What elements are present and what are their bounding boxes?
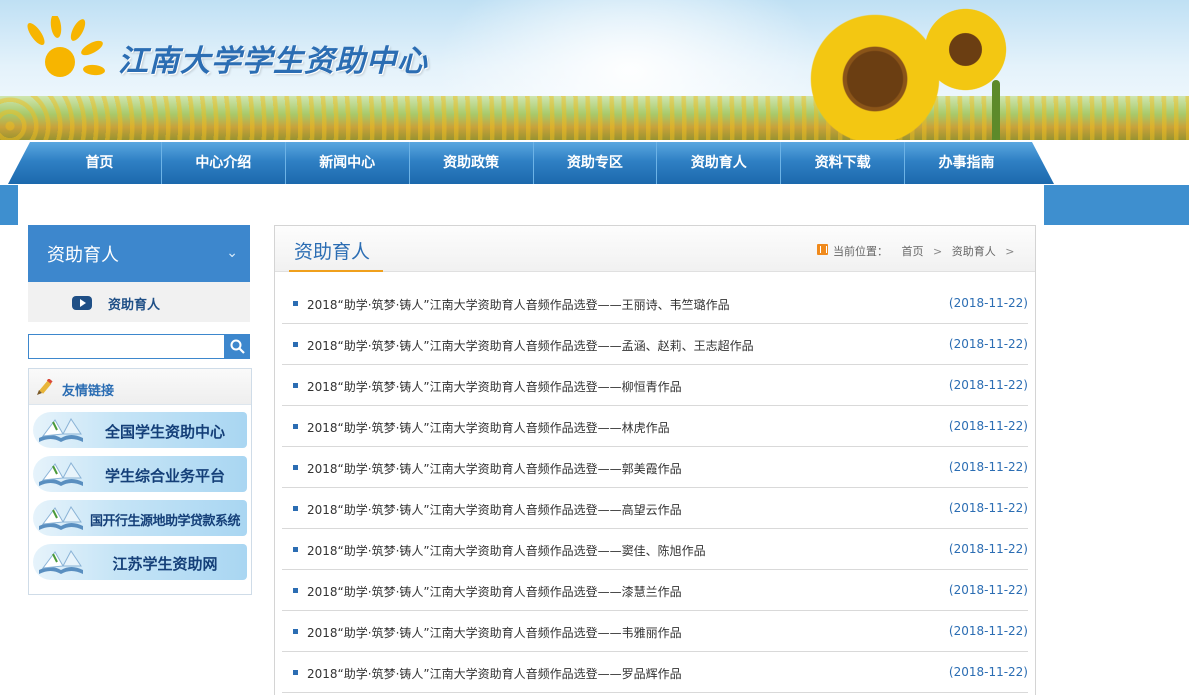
sidebar-section-title: 资助育人 bbox=[47, 245, 119, 266]
news-title[interactable]: 2018“助学·筑梦·铸人”江南大学资助育人音频作品选登——郭美霞作品 bbox=[307, 460, 682, 477]
link-label: 学生综合业务平台 bbox=[104, 467, 225, 485]
list-item[interactable]: 2018“助学·筑梦·铸人”江南大学资助育人音频作品选登——林虎作品 (2018-… bbox=[282, 406, 1028, 447]
news-title[interactable]: 2018“助学·筑梦·铸人”江南大学资助育人音频作品选登——高望云作品 bbox=[307, 501, 682, 518]
list-item[interactable]: 2018“助学·筑梦·铸人”江南大学资助育人音频作品选登——柳恒青作品 (2018… bbox=[282, 365, 1028, 406]
news-date: (2018-11-22) bbox=[948, 665, 1028, 679]
breadcrumb: 当前位置： 首页 > 资助育人 > bbox=[833, 243, 1020, 259]
book-icon bbox=[39, 462, 83, 486]
breadcrumb-home-icon bbox=[817, 244, 828, 255]
breadcrumb-separator: > bbox=[933, 245, 943, 258]
news-title[interactable]: 2018“助学·筑梦·铸人”江南大学资助育人音频作品选登——窦佳、陈旭作品 bbox=[307, 542, 706, 559]
news-list: 2018“助学·筑梦·铸人”江南大学资助育人音频作品选登——王丽诗、韦竺璐作品 (… bbox=[282, 283, 1028, 693]
bullet-icon bbox=[293, 383, 298, 388]
bullet-icon bbox=[293, 465, 298, 470]
header-banner: 江南大学学生资助中心 bbox=[0, 0, 1189, 148]
sidebar-item-label: 资助育人 bbox=[108, 298, 161, 313]
link-jiangsu-aid-site[interactable]: 江苏学生资助网 bbox=[33, 544, 247, 580]
nav-item-policy[interactable]: 资助政策 bbox=[410, 142, 534, 184]
news-title[interactable]: 2018“助学·筑梦·铸人”江南大学资助育人音频作品选登——王丽诗、韦竺璐作品 bbox=[307, 296, 730, 313]
news-date: (2018-11-22) bbox=[948, 460, 1028, 474]
news-title[interactable]: 2018“助学·筑梦·铸人”江南大学资助育人音频作品选登——孟涵、赵莉、王志超作… bbox=[307, 337, 754, 354]
site-title: 江南大学学生资助中心 bbox=[118, 44, 428, 79]
news-title[interactable]: 2018“助学·筑梦·铸人”江南大学资助育人音频作品选登——漆慧兰作品 bbox=[307, 583, 682, 600]
bullet-icon bbox=[293, 424, 298, 429]
bullet-icon bbox=[293, 301, 298, 306]
link-business-platform[interactable]: 学生综合业务平台 bbox=[33, 456, 247, 492]
link-national-aid-center[interactable]: 全国学生资助中心 bbox=[33, 412, 247, 448]
news-date: (2018-11-22) bbox=[948, 583, 1028, 597]
chevron-down-icon: ⌄ bbox=[226, 245, 238, 261]
breadcrumb-separator: > bbox=[1005, 245, 1015, 258]
list-item[interactable]: 2018“助学·筑梦·铸人”江南大学资助育人音频作品选登——孟涵、赵莉、王志超作… bbox=[282, 324, 1028, 365]
list-item[interactable]: 2018“助学·筑梦·铸人”江南大学资助育人音频作品选登——王丽诗、韦竺璐作品 (… bbox=[282, 283, 1028, 324]
news-date: (2018-11-22) bbox=[948, 624, 1028, 638]
list-item[interactable]: 2018“助学·筑梦·铸人”江南大学资助育人音频作品选登——韦雅丽作品 (2018… bbox=[282, 611, 1028, 652]
sunflower-stem bbox=[992, 80, 1000, 148]
bullet-icon bbox=[293, 342, 298, 347]
page-title: 资助育人 bbox=[294, 241, 371, 263]
link-label: 全国学生资助中心 bbox=[104, 423, 225, 441]
friend-links-header: 友情链接 bbox=[29, 369, 251, 405]
search-icon bbox=[230, 339, 245, 354]
main-content: 资助育人 当前位置： 首页 > 资助育人 > 2018“助学·筑梦·铸人”江南大… bbox=[274, 225, 1036, 695]
book-icon bbox=[39, 550, 83, 574]
nav-item-about[interactable]: 中心介绍 bbox=[162, 142, 286, 184]
news-title[interactable]: 2018“助学·筑梦·铸人”江南大学资助育人音频作品选登——柳恒青作品 bbox=[307, 378, 682, 395]
list-item[interactable]: 2018“助学·筑梦·铸人”江南大学资助育人音频作品选登——罗品辉作品 (2018… bbox=[282, 652, 1028, 693]
play-icon bbox=[72, 296, 92, 310]
bullet-icon bbox=[293, 588, 298, 593]
link-student-loan-system[interactable]: 国开行生源地助学贷款系统 bbox=[33, 500, 247, 536]
news-date: (2018-11-22) bbox=[948, 542, 1028, 556]
bullet-icon bbox=[293, 670, 298, 675]
nav-item-education[interactable]: 资助育人 bbox=[657, 142, 782, 184]
nav-item-downloads[interactable]: 资料下载 bbox=[781, 142, 906, 184]
link-label: 国开行生源地助学贷款系统 bbox=[89, 514, 241, 529]
book-icon bbox=[39, 418, 83, 442]
pencil-icon bbox=[37, 379, 53, 395]
link-label: 江苏学生资助网 bbox=[112, 555, 218, 573]
news-date: (2018-11-22) bbox=[948, 419, 1028, 433]
title-underline bbox=[289, 270, 383, 272]
nav-item-home[interactable]: 首页 bbox=[38, 142, 162, 184]
list-item[interactable]: 2018“助学·筑梦·铸人”江南大学资助育人音频作品选登——漆慧兰作品 (2018… bbox=[282, 570, 1028, 611]
list-item[interactable]: 2018“助学·筑梦·铸人”江南大学资助育人音频作品选登——郭美霞作品 (2018… bbox=[282, 447, 1028, 488]
book-icon bbox=[39, 506, 83, 530]
nav-item-guide[interactable]: 办事指南 bbox=[905, 142, 1028, 184]
bullet-icon bbox=[293, 506, 298, 511]
nav-side-right bbox=[1044, 185, 1189, 225]
nav-side-left bbox=[0, 185, 18, 225]
breadcrumb-home[interactable]: 首页 bbox=[902, 245, 924, 258]
news-title[interactable]: 2018“助学·筑梦·铸人”江南大学资助育人音频作品选登——韦雅丽作品 bbox=[307, 624, 682, 641]
friend-links-title: 友情链接 bbox=[62, 384, 115, 399]
list-item[interactable]: 2018“助学·筑梦·铸人”江南大学资助育人音频作品选登——高望云作品 (2018… bbox=[282, 488, 1028, 529]
breadcrumb-current[interactable]: 资助育人 bbox=[952, 245, 996, 258]
news-title[interactable]: 2018“助学·筑梦·铸人”江南大学资助育人音频作品选登——罗品辉作品 bbox=[307, 665, 682, 682]
nav-item-zone[interactable]: 资助专区 bbox=[534, 142, 658, 184]
nav-item-news[interactable]: 新闻中心 bbox=[286, 142, 410, 184]
sidebar-section-header[interactable]: 资助育人 ⌄ bbox=[28, 225, 250, 282]
nav-menu: 首页 中心介绍 新闻中心 资助政策 资助专区 资助育人 资料下载 办事指南 bbox=[38, 142, 1028, 184]
search-input[interactable] bbox=[28, 334, 225, 359]
friend-links-panel: 友情链接 全国学生资助中心 学生综合业务平台 国开行生源地助学贷款系统 江苏学生… bbox=[28, 368, 252, 595]
news-date: (2018-11-22) bbox=[948, 378, 1028, 392]
list-item[interactable]: 2018“助学·筑梦·铸人”江南大学资助育人音频作品选登——窦佳、陈旭作品 (20… bbox=[282, 529, 1028, 570]
news-title[interactable]: 2018“助学·筑梦·铸人”江南大学资助育人音频作品选登——林虎作品 bbox=[307, 419, 670, 436]
sun-logo-icon bbox=[27, 16, 105, 77]
news-date: (2018-11-22) bbox=[948, 501, 1028, 515]
bullet-icon bbox=[293, 547, 298, 552]
bullet-icon bbox=[293, 629, 298, 634]
sidebar-item-education[interactable]: 资助育人 bbox=[28, 282, 250, 322]
breadcrumb-label: 当前位置： bbox=[833, 245, 888, 258]
news-date: (2018-11-22) bbox=[948, 337, 1028, 351]
main-header: 资助育人 当前位置： 首页 > 资助育人 > bbox=[275, 226, 1035, 272]
news-date: (2018-11-22) bbox=[948, 296, 1028, 310]
search-button[interactable] bbox=[225, 334, 250, 359]
